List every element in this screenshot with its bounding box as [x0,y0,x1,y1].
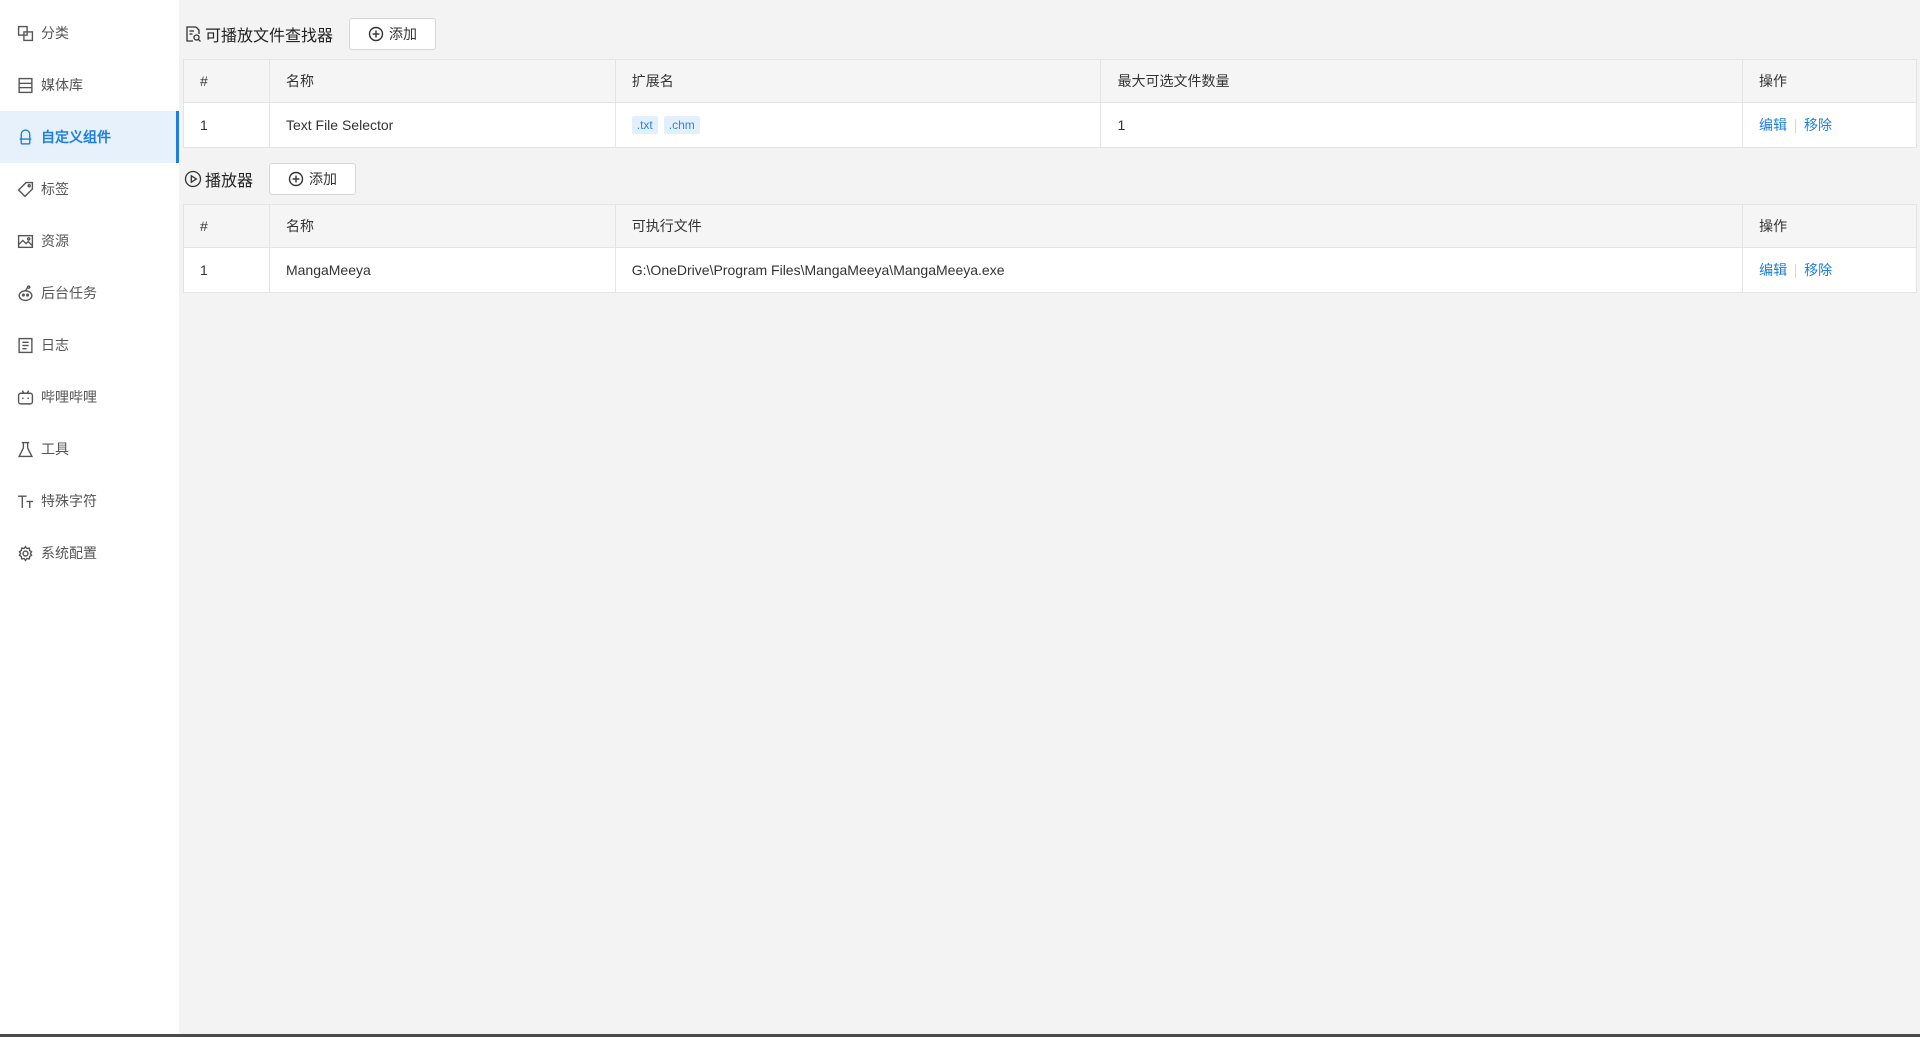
custom-component-icon [17,128,34,146]
sidebar-item-system-config[interactable]: 系统配置 [0,527,179,579]
column-header-index: # [183,59,270,103]
sidebar-item-label: 分类 [41,25,69,41]
column-header-index: # [183,204,270,248]
sidebar-item-label: 资源 [41,233,69,249]
image-icon [17,233,34,250]
column-header-name: 名称 [268,204,616,248]
plus-circle-icon [368,26,384,42]
finder-table: # 名称 扩展名 最大可选文件数量 操作 1 Text File Selecto… [183,59,1917,148]
row-actions: 编辑 移除 [1742,247,1917,293]
row-name: Text File Selector [268,102,616,148]
sidebar-item-background-task[interactable]: 后台任务 [0,267,179,319]
add-button-label: 添加 [309,171,338,187]
sidebar-item-media-library[interactable]: 媒体库 [0,59,179,111]
table-row: 1 MangaMeeya G:\OneDrive\Program Files\M… [183,247,1917,293]
row-index: 1 [183,247,270,293]
column-header-max-files: 最大可选文件数量 [1100,59,1744,103]
sidebar-item-tools[interactable]: 工具 [0,423,179,475]
add-player-button[interactable]: 添加 [269,163,357,195]
table-header-row: # 名称 扩展名 最大可选文件数量 操作 [183,59,1917,103]
sidebar-item-custom-component[interactable]: 自定义组件 [0,111,179,163]
edit-link[interactable]: 编辑 [1759,117,1787,133]
background-task-icon [17,284,34,302]
sidebar: 分类 媒体库 自定义组件 标签 资源 后台任务 日志 哔哩哔哩 工具 特殊字符 … [0,0,179,1034]
row-executable: G:\OneDrive\Program Files\MangaMeeya\Man… [614,247,1744,293]
sidebar-item-bilibili[interactable]: 哔哩哔哩 [0,371,179,423]
row-actions: 编辑 移除 [1742,102,1917,148]
plus-circle-icon [288,171,304,187]
edit-link[interactable]: 编辑 [1759,262,1787,278]
tag-icon [17,181,34,198]
sidebar-item-label: 系统配置 [41,545,97,561]
sidebar-item-tag[interactable]: 标签 [0,163,179,215]
gear-icon [17,544,34,562]
sidebar-item-resource[interactable]: 资源 [0,215,179,267]
row-name: MangaMeeya [268,247,616,293]
column-header-name: 名称 [268,59,616,103]
flask-icon [17,441,34,458]
column-header-actions: 操作 [1742,59,1917,103]
main-content: 可播放文件查找器 添加 # 名称 扩展名 最大可选文件数量 操作 1 Text … [179,0,1920,1034]
action-divider [1795,119,1797,134]
category-icon [17,25,34,42]
sidebar-item-label: 日志 [41,337,69,353]
column-header-extensions: 扩展名 [614,59,1102,103]
remove-link[interactable]: 移除 [1804,262,1832,278]
text-size-icon [17,493,34,510]
sidebar-item-label: 特殊字符 [41,493,97,509]
finder-section-title: 可播放文件查找器 [205,28,334,45]
add-finder-button[interactable]: 添加 [349,18,437,50]
sidebar-item-label: 媒体库 [41,77,83,93]
sidebar-item-label: 工具 [41,441,69,457]
sidebar-nav: 分类 媒体库 自定义组件 标签 资源 后台任务 日志 哔哩哔哩 工具 特殊字符 … [0,0,179,579]
finder-section-header: 可播放文件查找器 添加 [184,18,437,50]
sidebar-item-label: 自定义组件 [41,129,111,145]
player-section-title: 播放器 [205,173,254,190]
table-header-row: # 名称 可执行文件 操作 [183,204,1917,248]
player-section-header: 播放器 添加 [184,163,357,195]
file-search-icon [184,25,202,43]
log-icon [17,337,34,354]
table-row: 1 Text File Selector .txt .chm 1 编辑 移除 [183,102,1917,148]
column-header-executable: 可执行文件 [614,204,1744,248]
sidebar-item-special-chars[interactable]: 特殊字符 [0,475,179,527]
add-button-label: 添加 [389,26,418,42]
sidebar-item-label: 哔哩哔哩 [41,389,97,405]
play-circle-icon [184,170,202,188]
media-library-icon [17,77,34,94]
action-divider [1795,264,1797,279]
remove-link[interactable]: 移除 [1804,117,1832,133]
player-table: # 名称 可执行文件 操作 1 MangaMeeya G:\OneDrive\P… [183,204,1917,293]
column-header-actions: 操作 [1742,204,1917,248]
row-max-files: 1 [1100,102,1744,148]
sidebar-item-category[interactable]: 分类 [0,7,179,59]
extension-tag: .chm [663,116,700,134]
row-extensions: .txt .chm [614,102,1102,148]
sidebar-item-label: 后台任务 [41,285,97,301]
sidebar-item-log[interactable]: 日志 [0,319,179,371]
sidebar-item-label: 标签 [41,181,69,197]
bilibili-icon [17,389,34,406]
extension-tag: .txt [631,116,658,134]
row-index: 1 [183,102,270,148]
